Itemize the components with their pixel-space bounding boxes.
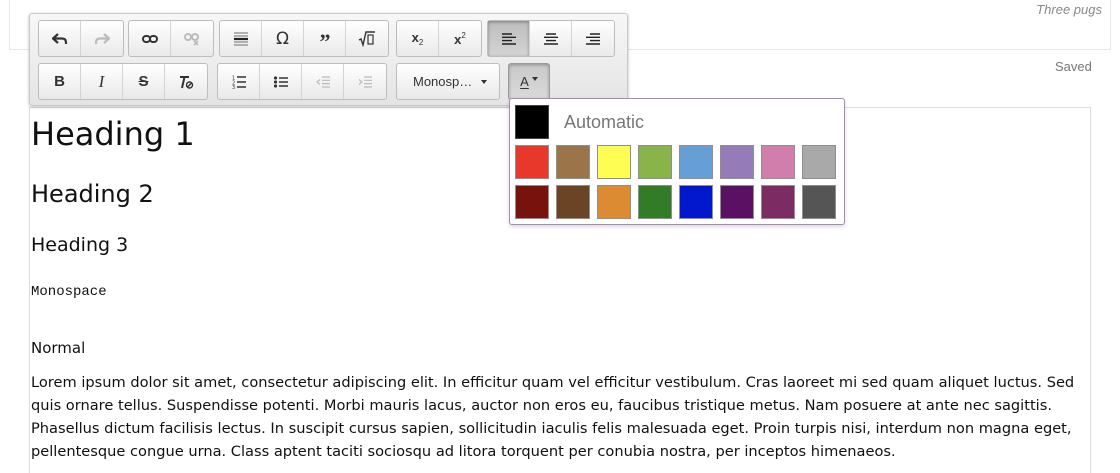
- color-swatch[interactable]: [679, 145, 713, 179]
- unlink-button[interactable]: [171, 21, 213, 56]
- align-center-icon: [543, 32, 558, 45]
- special-char-button[interactable]: Ω: [262, 21, 304, 56]
- bold-button[interactable]: B: [39, 64, 81, 99]
- link-icon: [141, 34, 158, 43]
- color-swatch[interactable]: [802, 145, 836, 179]
- strikethrough-icon: S: [138, 73, 149, 90]
- blockquote-button[interactable]: ”: [304, 21, 346, 56]
- undo-button[interactable]: [39, 21, 81, 56]
- insert-group: Ω ”: [219, 20, 389, 57]
- color-swatch[interactable]: [638, 145, 672, 179]
- caret-down-icon: [531, 76, 538, 81]
- color-swatch[interactable]: [515, 185, 549, 219]
- heading-1[interactable]: Heading 1: [31, 115, 195, 153]
- subscript-n: 2: [418, 38, 424, 47]
- saved-status: Saved: [1055, 59, 1092, 74]
- quote-icon: ”: [319, 28, 331, 54]
- clear-format-icon: [180, 75, 194, 89]
- unlink-icon: [184, 32, 199, 46]
- top-card-title: Three pugs: [1036, 2, 1102, 17]
- editor-toolbar: Ω ” x2 x2 B I S 1 2 3 Monosp… A: [29, 13, 628, 106]
- bullet-list-button[interactable]: [260, 64, 302, 99]
- monospace-line[interactable]: Monospace: [31, 284, 107, 300]
- format-group: B I S: [38, 63, 208, 100]
- align-group: [487, 20, 615, 57]
- superscript-button[interactable]: x2: [439, 21, 481, 56]
- automatic-color-label: Automatic: [564, 111, 645, 132]
- normal-line[interactable]: Normal: [31, 339, 85, 357]
- indent-button[interactable]: [344, 64, 386, 99]
- color-swatch[interactable]: [597, 145, 631, 179]
- color-swatch[interactable]: [679, 185, 713, 219]
- color-swatch[interactable]: [515, 145, 549, 179]
- color-swatch[interactable]: [761, 145, 795, 179]
- horizontal-rule-icon: [233, 31, 248, 46]
- color-swatch[interactable]: [597, 185, 631, 219]
- superscript-n: 2: [461, 30, 466, 40]
- link-button[interactable]: [129, 21, 171, 56]
- lorem-paragraph[interactable]: Lorem ipsum dolor sit amet, consectetur …: [31, 371, 1076, 463]
- indent-icon: [358, 75, 372, 88]
- align-right-icon: [586, 32, 600, 45]
- svg-text:3: 3: [232, 85, 235, 89]
- redo-icon: [94, 32, 110, 44]
- color-swatch[interactable]: [556, 145, 590, 179]
- align-right-button[interactable]: [572, 21, 614, 56]
- ordered-list-button[interactable]: 123: [218, 64, 260, 99]
- color-swatch[interactable]: [802, 185, 836, 219]
- font-family-select[interactable]: Monosp…: [396, 63, 500, 100]
- color-swatch[interactable]: [638, 185, 672, 219]
- square-root-icon: [358, 30, 375, 47]
- script-group: x2 x2: [396, 20, 482, 57]
- omega-icon: Ω: [276, 28, 289, 49]
- superscript-icon: x2: [454, 31, 466, 47]
- math-button[interactable]: [346, 21, 388, 56]
- italic-button[interactable]: I: [81, 64, 123, 99]
- color-swatch[interactable]: [556, 185, 590, 219]
- horizontal-rule-button[interactable]: [220, 21, 262, 56]
- text-color-icon: A: [520, 74, 529, 89]
- bold-icon: B: [54, 73, 65, 90]
- color-swatch[interactable]: [761, 185, 795, 219]
- subscript-button[interactable]: x2: [397, 21, 439, 56]
- history-group: [38, 20, 124, 57]
- color-swatch-grid: [515, 145, 836, 219]
- strikethrough-button[interactable]: S: [123, 64, 165, 99]
- outdent-icon: [315, 75, 330, 88]
- text-color-button[interactable]: A: [508, 63, 550, 100]
- list-group: 123: [217, 63, 387, 100]
- redo-button[interactable]: [81, 21, 123, 56]
- automatic-color-swatch[interactable]: [515, 105, 549, 139]
- automatic-color-option[interactable]: Automatic: [515, 105, 644, 139]
- bullet-list-icon: [273, 75, 288, 88]
- chevron-down-icon: [481, 80, 487, 84]
- font-family-value: Monosp…: [413, 74, 473, 89]
- undo-icon: [51, 32, 67, 44]
- ordered-list-icon: 123: [232, 75, 246, 89]
- heading-3[interactable]: Heading 3: [31, 234, 128, 256]
- subscript-icon: x2: [412, 30, 424, 47]
- color-swatch[interactable]: [720, 145, 754, 179]
- heading-2[interactable]: Heading 2: [31, 180, 154, 208]
- align-left-icon: [501, 32, 516, 45]
- subscript-x: x: [411, 30, 419, 45]
- color-swatch[interactable]: [720, 185, 754, 219]
- color-palette-popup: Automatic: [509, 98, 845, 225]
- align-center-button[interactable]: [530, 21, 572, 56]
- italic-icon: I: [98, 71, 105, 91]
- clear-format-button[interactable]: [165, 64, 207, 99]
- link-group: [128, 20, 214, 57]
- align-left-button[interactable]: [488, 21, 530, 56]
- outdent-button[interactable]: [302, 64, 344, 99]
